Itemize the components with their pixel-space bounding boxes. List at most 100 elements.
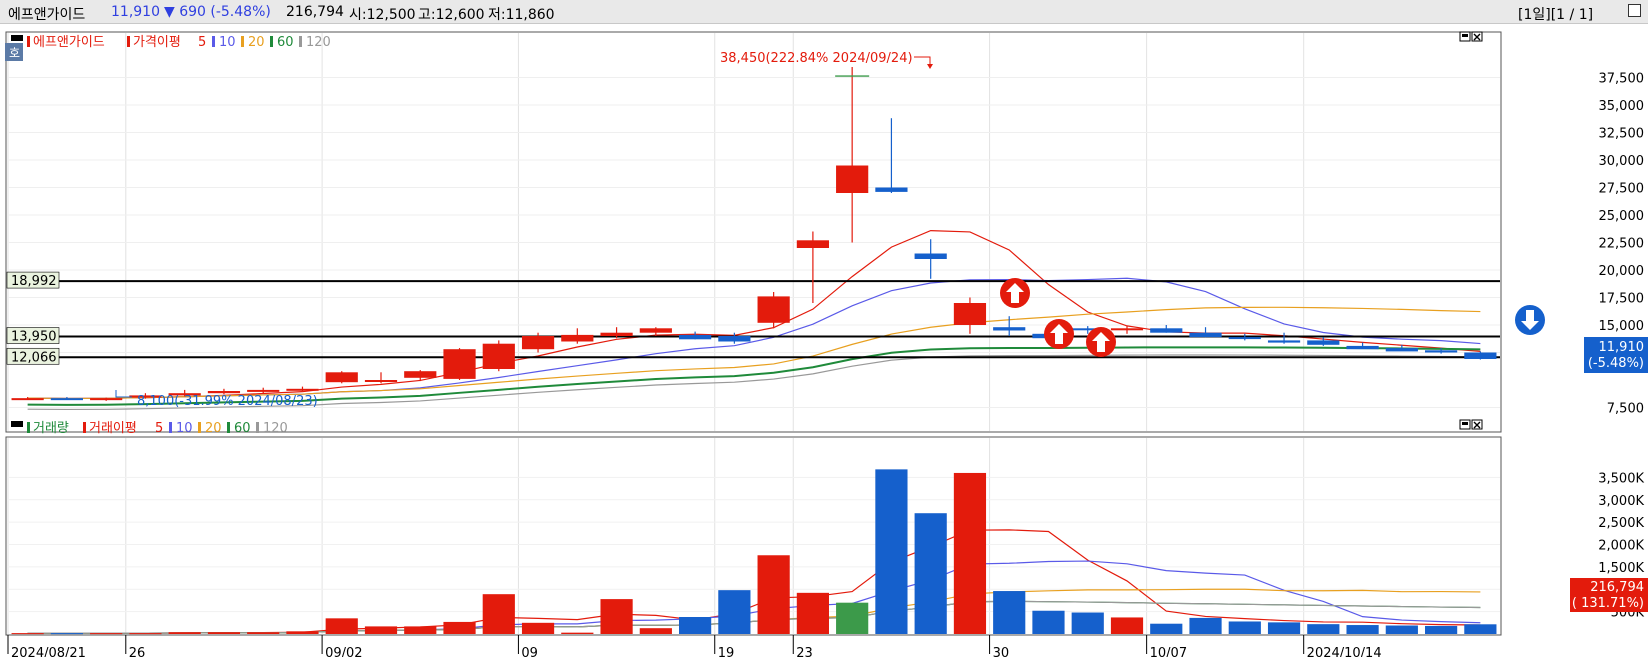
volume-bar[interactable]: [207, 632, 241, 634]
candle-body[interactable]: [404, 371, 437, 378]
volume-bar[interactable]: [679, 617, 712, 634]
volume-bar[interactable]: [90, 633, 123, 635]
price-axis-tick: 35,000: [1599, 99, 1645, 114]
candle-body[interactable]: [796, 240, 829, 248]
candle-body[interactable]: [953, 303, 987, 325]
legend-vol-ma60: 60: [234, 421, 251, 436]
candle-body[interactable]: [639, 328, 672, 333]
window-restore-icon[interactable]: [1628, 4, 1641, 17]
candle-body[interactable]: [679, 334, 712, 340]
candle-body[interactable]: [443, 349, 476, 379]
legend-vol-ma60-swatch: [227, 422, 230, 433]
volume-bar[interactable]: [325, 618, 358, 634]
price-axis-tick: 30,000: [1599, 154, 1645, 169]
period-selector[interactable]: [1일][1 / 1]: [1518, 4, 1593, 24]
volume-bar[interactable]: [247, 632, 280, 634]
candle-body[interactable]: [836, 165, 869, 194]
volume-bar[interactable]: [1150, 623, 1183, 634]
candle-body[interactable]: [1228, 337, 1261, 340]
candle-body[interactable]: [482, 343, 515, 369]
candle-body[interactable]: [1150, 328, 1183, 333]
volume-bar[interactable]: [1307, 624, 1340, 634]
candle-body[interactable]: [718, 336, 751, 342]
volume-bar[interactable]: [168, 632, 201, 634]
volume-bar[interactable]: [1071, 612, 1104, 634]
volume-bar[interactable]: [1032, 610, 1065, 634]
candle-body[interactable]: [286, 388, 319, 391]
volume-bar[interactable]: [875, 469, 908, 634]
legend-ma20: 20: [248, 35, 265, 50]
volume-bar[interactable]: [953, 472, 987, 634]
volume-bar[interactable]: [286, 631, 319, 634]
volume-bar[interactable]: [50, 633, 83, 635]
candle-body[interactable]: [1267, 340, 1301, 343]
current-price: 11,910: [111, 4, 160, 20]
volume-bar[interactable]: [521, 622, 555, 634]
buy-signal-icon[interactable]: [1044, 319, 1074, 349]
candle-body[interactable]: [1346, 345, 1379, 350]
volume-bar[interactable]: [600, 599, 633, 634]
legend-ma-swatch: [127, 36, 130, 47]
min-annotation-label: 8,100(-31.99% 2024/08/23): [137, 394, 318, 409]
volume-bar[interactable]: [1189, 617, 1222, 634]
sell-signal-icon[interactable]: [1515, 305, 1545, 335]
buy-signal-icon[interactable]: [1000, 278, 1030, 308]
legend-ma60: 60: [277, 35, 294, 50]
volume-axis-tick: 2,500K: [1598, 516, 1644, 531]
stock-header-bar: 에프앤가이드 11,910 ▼ 690 (-5.48%) 216,794 시:1…: [0, 0, 1648, 24]
volume-bar[interactable]: [364, 626, 398, 634]
volume-axis-tick: 1,500K: [1598, 561, 1644, 576]
candle-body[interactable]: [11, 398, 44, 401]
volume-bar[interactable]: [1346, 625, 1379, 634]
candle-body[interactable]: [561, 334, 594, 342]
x-axis-label: 10/07: [1150, 646, 1187, 657]
candle-body[interactable]: [1385, 348, 1418, 352]
horizontal-line-label: 13,950: [11, 330, 57, 345]
chart-canvas[interactable]: 18,992 13,950 12,066 37,500 35,000 32,500 30,…: [0, 24, 1648, 657]
candle-body[interactable]: [1464, 352, 1497, 359]
volume-bar[interactable]: [1110, 617, 1144, 634]
stock-name[interactable]: 에프앤가이드: [8, 4, 85, 24]
candle-body[interactable]: [50, 398, 83, 401]
volume-bar[interactable]: [836, 602, 869, 634]
volume-bar[interactable]: [1267, 622, 1301, 634]
volume-bar[interactable]: [993, 591, 1026, 634]
volume-bar[interactable]: [1385, 625, 1418, 635]
candle-body[interactable]: [875, 187, 908, 192]
legend-vol-ma10-swatch: [169, 422, 172, 433]
volume-bar[interactable]: [1425, 625, 1458, 634]
candle-body[interactable]: [993, 327, 1026, 331]
volume-bar[interactable]: [443, 621, 476, 634]
volume-bar[interactable]: [718, 590, 751, 634]
volume-bar[interactable]: [482, 594, 515, 634]
volume-bar[interactable]: [914, 513, 947, 634]
x-axis-label: 23: [796, 646, 813, 657]
candle-body[interactable]: [914, 253, 947, 260]
volume-bar[interactable]: [1228, 621, 1261, 634]
candle-body[interactable]: [1307, 340, 1340, 345]
volume-bar[interactable]: [11, 633, 44, 635]
legend-ma5: 5: [198, 35, 206, 50]
candle-body[interactable]: [325, 372, 358, 383]
candle-body[interactable]: [1425, 350, 1458, 353]
current-volume-tag-value: 216,794: [1590, 580, 1644, 595]
volume-bar[interactable]: [639, 628, 672, 634]
candle-body[interactable]: [364, 380, 398, 382]
volume-bar[interactable]: [796, 592, 829, 634]
candle-body[interactable]: [600, 332, 633, 336]
candle-body[interactable]: [521, 336, 555, 350]
candle-body[interactable]: [1110, 328, 1144, 331]
candle-body[interactable]: [90, 398, 123, 401]
volume-bar[interactable]: [561, 632, 594, 634]
candle-body[interactable]: [757, 296, 790, 323]
candle-body[interactable]: [247, 389, 280, 392]
volume-bar[interactable]: [1464, 624, 1497, 634]
price-pane[interactable]: [5, 31, 1502, 433]
volume-bar[interactable]: [404, 626, 437, 634]
legend-vol-ma20-swatch: [198, 422, 201, 433]
volume-bar[interactable]: [757, 555, 790, 634]
candle-body[interactable]: [207, 391, 241, 394]
candle-body[interactable]: [1189, 332, 1222, 338]
volume-bar[interactable]: [129, 633, 162, 635]
buy-signal-icon[interactable]: [1086, 327, 1116, 357]
